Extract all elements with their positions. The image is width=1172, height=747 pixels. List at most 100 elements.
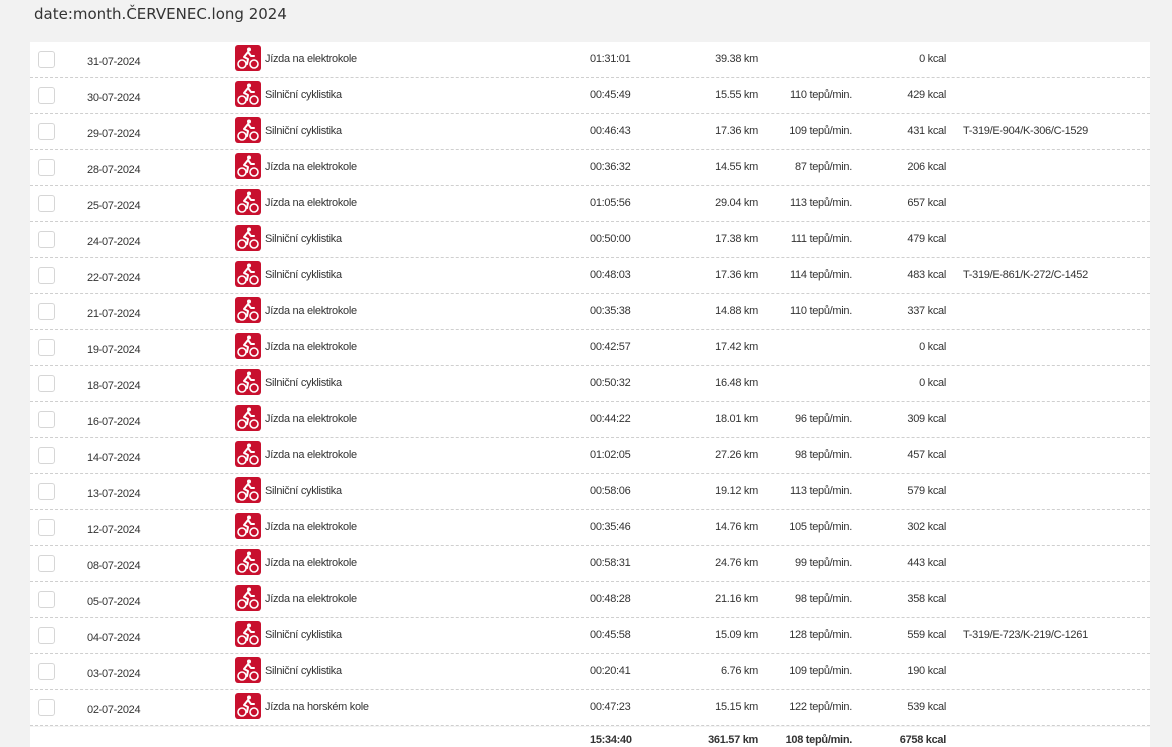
activity-distance: 24.76 km: [715, 557, 758, 569]
activity-date: 30-07-2024: [87, 92, 141, 104]
activity-calories: 431 kcal: [907, 125, 946, 137]
activity-date: 12-07-2024: [87, 524, 141, 536]
activity-duration: 00:47:23: [590, 701, 631, 713]
total-calories: 6758 kcal: [899, 734, 947, 746]
activity-date: 18-07-2024: [87, 380, 141, 392]
activity-duration: 01:31:01: [590, 53, 631, 65]
activity-type[interactable]: Silniční cyklistika: [265, 114, 342, 149]
activity-row[interactable]: 05-07-2024 Jízda na elektrokole 00:48:28 21…: [30, 582, 1150, 618]
totals-row: 15:34:40 361.57 km 108 tepů/min. 6758 kc…: [30, 727, 1150, 747]
row-checkbox[interactable]: [38, 699, 55, 716]
activity-calories: 657 kcal: [907, 197, 946, 209]
activity-type[interactable]: Jízda na elektrokole: [265, 186, 357, 221]
activity-row[interactable]: 16-07-2024 Jízda na elektrokole 00:44:22 18…: [30, 402, 1150, 438]
activity-row[interactable]: 31-07-2024 Jízda na elektrokole 01:31:01 39…: [30, 42, 1150, 78]
row-checkbox[interactable]: [38, 663, 55, 680]
activity-distance: 15.15 km: [715, 701, 758, 713]
row-checkbox[interactable]: [38, 159, 55, 176]
row-checkbox[interactable]: [38, 447, 55, 464]
row-checkbox[interactable]: [38, 375, 55, 392]
activity-duration: 00:35:46: [590, 521, 631, 533]
activity-heart-rate: 114 tepů/min.: [790, 269, 852, 281]
activity-type[interactable]: Jízda na elektrokole: [265, 330, 357, 365]
activity-distance: 17.42 km: [715, 341, 758, 353]
row-checkbox[interactable]: [38, 411, 55, 428]
row-checkbox[interactable]: [38, 231, 55, 248]
activity-type[interactable]: Silniční cyklistika: [265, 258, 342, 293]
activity-calories: 559 kcal: [907, 629, 946, 641]
activity-heart-rate: 109 tepů/min.: [789, 125, 852, 137]
row-checkbox[interactable]: [38, 519, 55, 536]
activity-duration: 00:20:41: [590, 665, 631, 677]
activity-heart-rate: 99 tepů/min.: [795, 557, 852, 569]
activity-row[interactable]: 21-07-2024 Jízda na elektrokole 00:35:38 14…: [30, 294, 1150, 330]
cycling-icon: [235, 117, 261, 143]
activity-type[interactable]: Silniční cyklistika: [265, 474, 342, 509]
activity-type[interactable]: Jízda na elektrokole: [265, 402, 357, 437]
activity-type[interactable]: Jízda na elektrokole: [265, 150, 357, 185]
activity-row[interactable]: 18-07-2024 Silniční cyklistika 00:50:32 16.…: [30, 366, 1150, 402]
activity-duration: 00:35:38: [590, 305, 631, 317]
activity-row[interactable]: 30-07-2024 Silniční cyklistika 00:45:49 15.…: [30, 78, 1150, 114]
row-checkbox[interactable]: [38, 87, 55, 104]
activity-type[interactable]: Jízda na elektrokole: [265, 510, 357, 545]
cycling-icon: [235, 441, 261, 467]
activity-row[interactable]: 29-07-2024 Silniční cyklistika 00:46:43 17.…: [30, 114, 1150, 150]
cycling-icon: [235, 405, 261, 431]
activity-row[interactable]: 22-07-2024 Silniční cyklistika 00:48:03 17.…: [30, 258, 1150, 294]
activity-type[interactable]: Jízda na elektrokole: [265, 294, 357, 329]
activity-row[interactable]: 14-07-2024 Jízda na elektrokole 01:02:05 27…: [30, 438, 1150, 474]
activity-distance: 14.76 km: [715, 521, 758, 533]
activity-distance: 17.38 km: [715, 233, 758, 245]
row-checkbox[interactable]: [38, 483, 55, 500]
activity-heart-rate: 98 tepů/min.: [795, 449, 852, 461]
row-checkbox[interactable]: [38, 303, 55, 320]
row-checkbox[interactable]: [38, 123, 55, 140]
activity-type[interactable]: Silniční cyklistika: [265, 654, 342, 689]
activity-row[interactable]: 13-07-2024 Silniční cyklistika 00:58:06 19.…: [30, 474, 1150, 510]
activity-type[interactable]: Silniční cyklistika: [265, 366, 342, 401]
activity-type[interactable]: Jízda na elektrokole: [265, 42, 357, 77]
row-checkbox[interactable]: [38, 267, 55, 284]
row-checkbox[interactable]: [38, 51, 55, 68]
cycling-icon: [235, 513, 261, 539]
activity-type[interactable]: Jízda na elektrokole: [265, 582, 357, 617]
activity-duration: 00:46:43: [590, 125, 631, 137]
activity-distance: 17.36 km: [715, 125, 758, 137]
activity-type[interactable]: Silniční cyklistika: [265, 222, 342, 257]
activity-type[interactable]: Silniční cyklistika: [265, 618, 342, 653]
activity-type[interactable]: Jízda na elektrokole: [265, 438, 357, 473]
activity-distance: 39.38 km: [715, 53, 758, 65]
activity-date: 25-07-2024: [87, 200, 141, 212]
activity-row[interactable]: 28-07-2024 Jízda na elektrokole 00:36:32 14…: [30, 150, 1150, 186]
activity-heart-rate: 98 tepů/min.: [795, 593, 852, 605]
row-checkbox[interactable]: [38, 591, 55, 608]
activity-type[interactable]: Silniční cyklistika: [265, 78, 342, 113]
activity-calories: 579 kcal: [907, 485, 946, 497]
activity-row[interactable]: 24-07-2024 Silniční cyklistika 00:50:00 17.…: [30, 222, 1150, 258]
activity-row[interactable]: 03-07-2024 Silniční cyklistika 00:20:41 6.7…: [30, 654, 1150, 690]
cycling-icon: [235, 621, 261, 647]
activity-distance: 6.76 km: [720, 665, 758, 677]
row-checkbox[interactable]: [38, 627, 55, 644]
activity-calories: 429 kcal: [907, 89, 946, 101]
activity-row[interactable]: 08-07-2024 Jízda na elektrokole 00:58:31 24…: [30, 546, 1150, 582]
activity-distance: 14.88 km: [715, 305, 758, 317]
row-checkbox[interactable]: [38, 555, 55, 572]
activity-row[interactable]: 02-07-2024 Jízda na horském kole 00:47:23 1…: [30, 690, 1150, 726]
activity-row[interactable]: 25-07-2024 Jízda na elektrokole 01:05:56 29…: [30, 186, 1150, 222]
activity-row[interactable]: 19-07-2024 Jízda na elektrokole 00:42:57 17…: [30, 330, 1150, 366]
activity-date: 16-07-2024: [87, 416, 141, 428]
activity-row[interactable]: 12-07-2024 Jízda na elektrokole 00:35:46 14…: [30, 510, 1150, 546]
row-checkbox[interactable]: [38, 195, 55, 212]
activity-heart-rate: 122 tepů/min.: [789, 701, 852, 713]
cycling-icon: [235, 81, 261, 107]
activity-heart-rate: 87 tepů/min.: [795, 161, 852, 173]
activity-calories: 443 kcal: [907, 557, 946, 569]
cycling-icon: [235, 369, 261, 395]
activity-distance: 21.16 km: [715, 593, 758, 605]
row-checkbox[interactable]: [38, 339, 55, 356]
activity-type[interactable]: Jízda na horském kole: [265, 690, 369, 725]
activity-row[interactable]: 04-07-2024 Silniční cyklistika 00:45:58 15.…: [30, 618, 1150, 654]
activity-type[interactable]: Jízda na elektrokole: [265, 546, 357, 581]
